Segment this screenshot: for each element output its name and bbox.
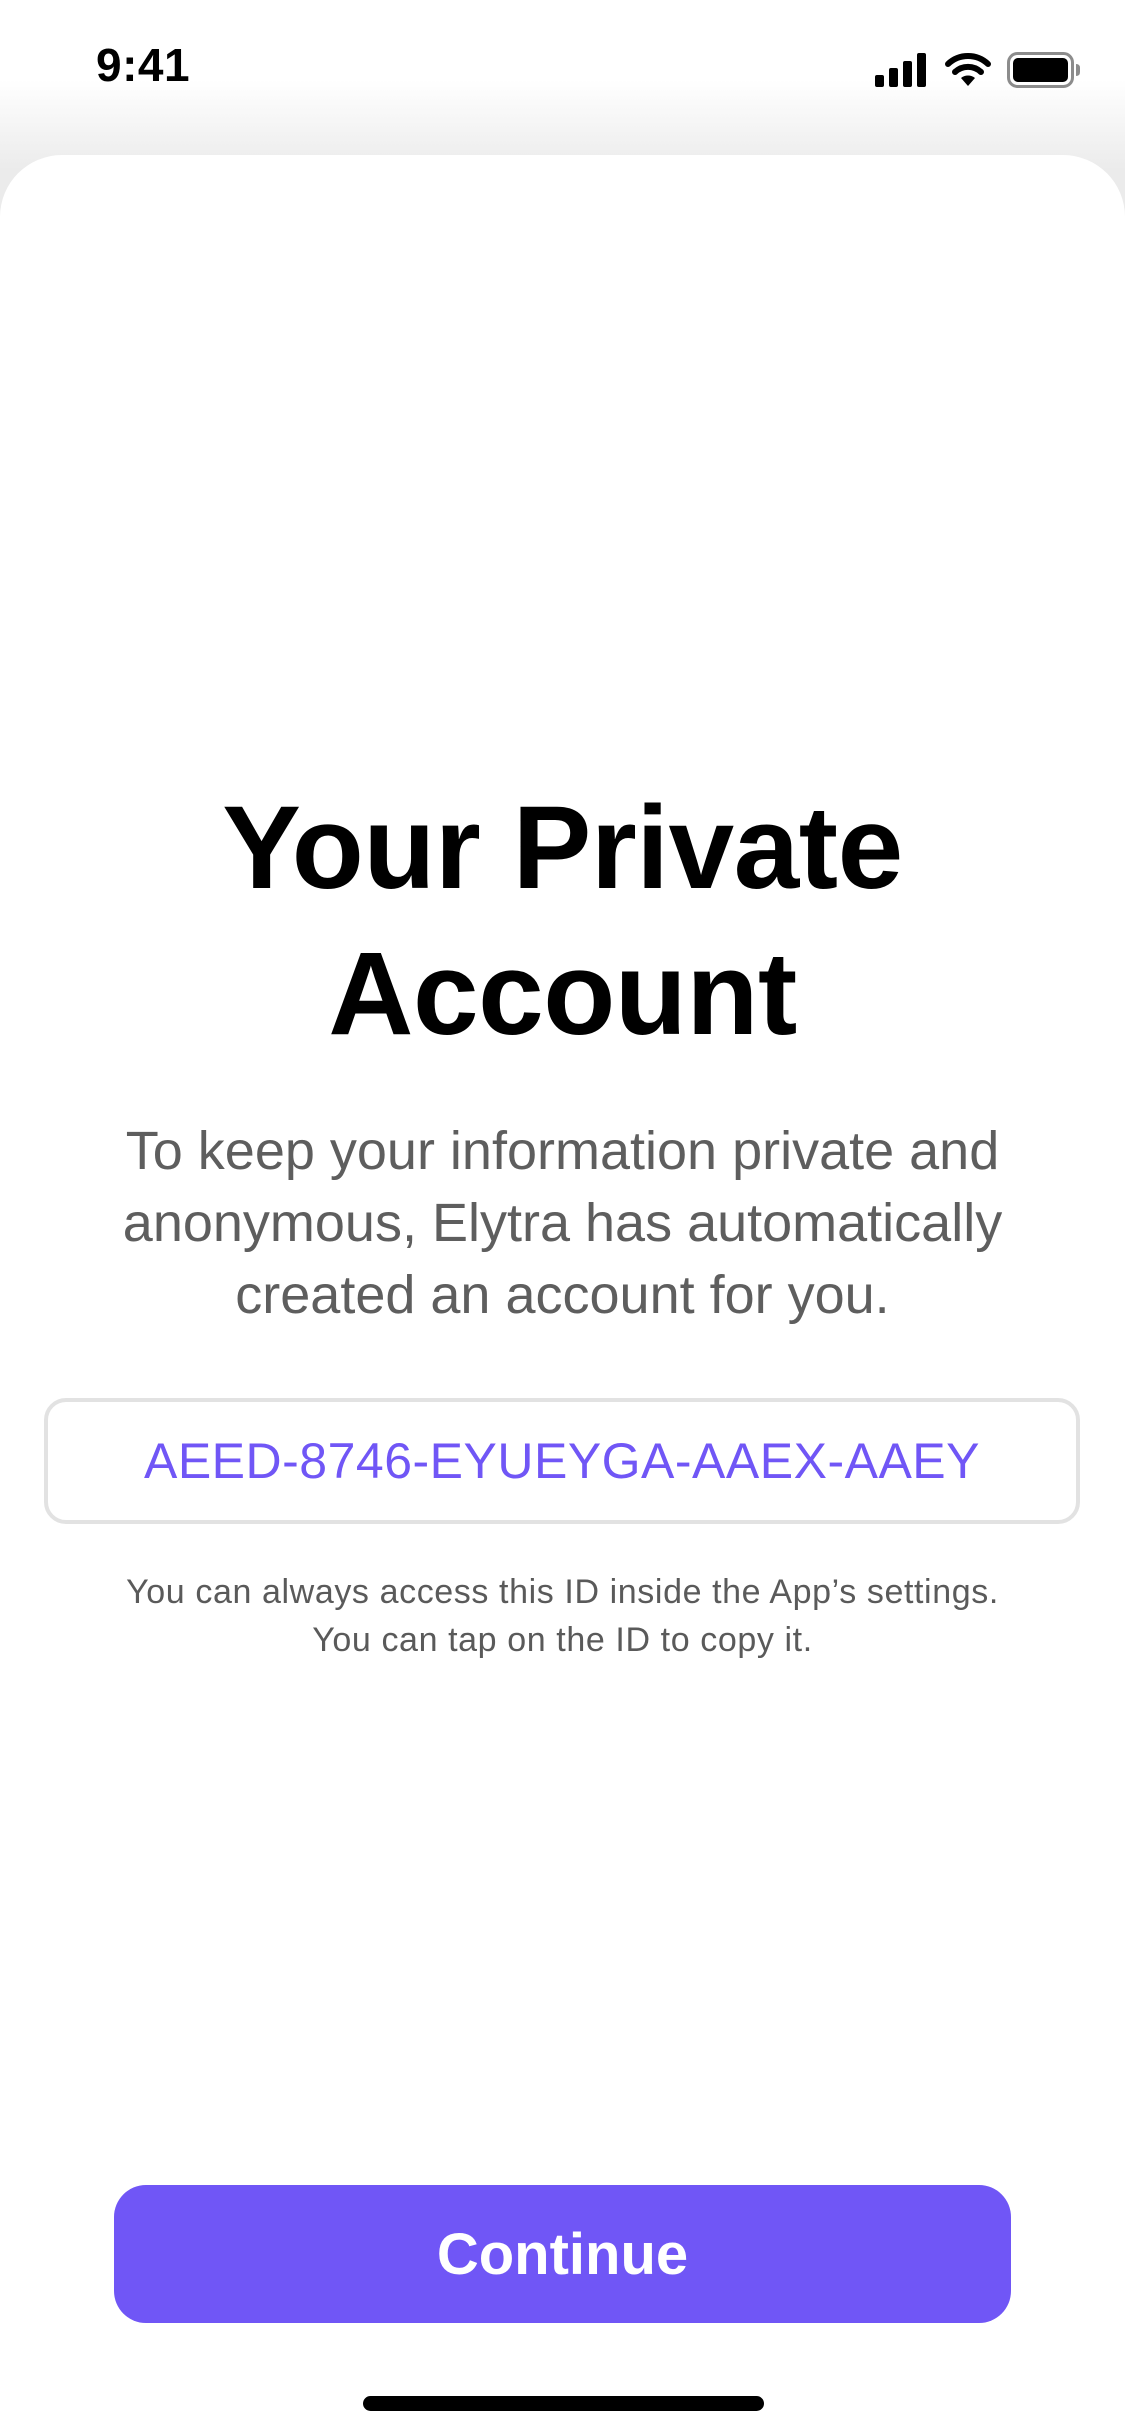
description-line-2: anonymous, Elytra has automatically: [122, 1193, 1003, 1253]
home-indicator: [363, 2396, 764, 2411]
battery-icon: [1007, 52, 1080, 88]
page-title: Your Private Account: [0, 775, 1125, 1067]
account-id-text[interactable]: AEED-8746-EYUEYGA-AAEX-AAEY: [144, 1432, 980, 1490]
status-time: 9:41: [96, 39, 191, 91]
status-icons: [875, 50, 1081, 90]
account-id-copy-field[interactable]: AEED-8746-EYUEYGA-AAEX-AAEY: [44, 1398, 1080, 1524]
description-text: To keep your information private and ano…: [80, 1115, 1045, 1331]
description-line-3: created an account for you.: [235, 1265, 890, 1325]
helper-note: You can always access this ID inside the…: [40, 1568, 1085, 1664]
continue-button[interactable]: Continue: [114, 2185, 1011, 2323]
page-title-line-2: Account: [328, 928, 797, 1060]
helper-note-line-2: You can tap on the ID to copy it.: [312, 1621, 813, 1659]
wifi-icon: [945, 53, 991, 86]
cellular-signal-icon: [875, 53, 926, 87]
page-title-line-1: Your Private: [222, 782, 903, 914]
helper-note-line-1: You can always access this ID inside the…: [126, 1573, 999, 1611]
description-line-1: To keep your information private and: [125, 1121, 1000, 1181]
status-bar: 9:41: [0, 0, 1125, 140]
